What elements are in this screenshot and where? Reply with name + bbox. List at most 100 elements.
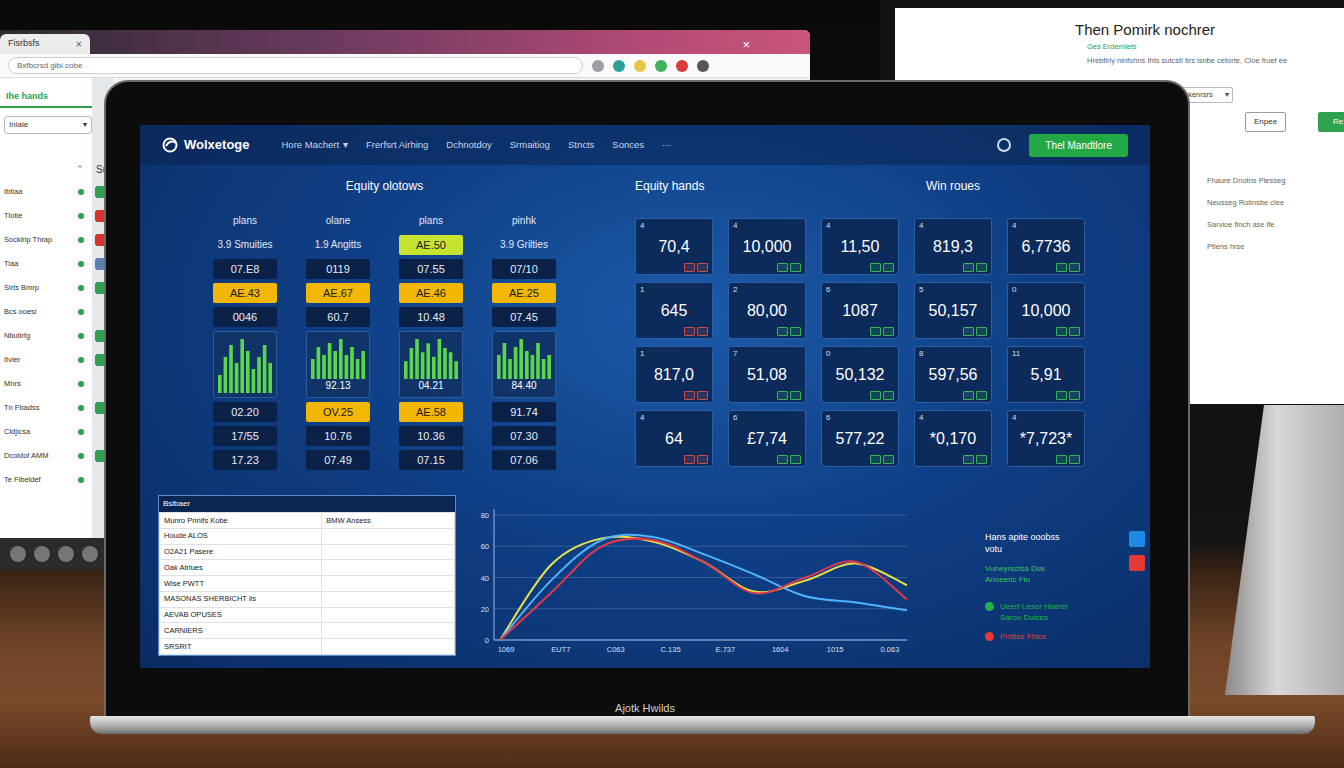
collapse-icon[interactable]: ⌃ [0, 163, 92, 177]
card-icon[interactable] [883, 263, 894, 272]
sidebar-item-label[interactable]: Tn Fbadss [0, 402, 78, 413]
sidebar-item[interactable]: Tn Fbadss [0, 396, 114, 420]
sidebar-item[interactable]: Tiaa [0, 252, 114, 276]
tab-label[interactable]: Fisrbsfs [8, 37, 40, 51]
nav-label[interactable]: Hore Machert [282, 138, 340, 152]
card-icon[interactable] [1056, 391, 1067, 400]
card-icon[interactable] [697, 263, 708, 272]
card-icon[interactable] [870, 391, 881, 400]
nav-label[interactable]: Stncts [568, 138, 594, 152]
value-cell[interactable]: 0046 [213, 307, 277, 327]
sidebar-item[interactable]: Itvier [0, 348, 114, 372]
stat-tile[interactable]: 4819,3 [914, 218, 992, 275]
sidebar-item-label[interactable]: Ibtiaa [0, 186, 78, 197]
column-header[interactable]: Munro Prinifs Kobe [160, 513, 322, 529]
stat-tile[interactable]: 1645 [635, 282, 713, 339]
card-icon[interactable] [963, 263, 974, 272]
stat-tile[interactable]: 751,08 [728, 346, 806, 403]
stat-tile[interactable]: 8597,56 [914, 346, 992, 403]
value-cell[interactable]: AE.25 [492, 283, 556, 303]
card-icon[interactable] [883, 391, 894, 400]
nav-label[interactable]: Frerfsrt Airhing [366, 138, 428, 152]
card-icon[interactable] [1056, 263, 1067, 272]
value-cell[interactable]: 07.49 [306, 450, 370, 470]
sidebar-item-label[interactable]: Cldjicsa [0, 426, 78, 437]
card-icon[interactable] [963, 327, 974, 336]
card-icon[interactable] [1056, 455, 1067, 464]
card-icon[interactable] [870, 327, 881, 336]
card-icon[interactable] [1069, 455, 1080, 464]
card-icon[interactable] [1056, 327, 1067, 336]
table-row[interactable]: Houde ALOS [160, 528, 455, 544]
stat-tile[interactable]: 1817,0 [635, 346, 713, 403]
section-row[interactable]: ⌃Su [0, 160, 114, 180]
card-icon[interactable] [963, 391, 974, 400]
stat-tile[interactable]: 410,000 [728, 218, 806, 275]
caret-icon[interactable]: ▾ [343, 138, 348, 152]
table-row[interactable]: CARNIERS [160, 623, 455, 639]
card-icon[interactable] [684, 455, 695, 464]
sidebar-item[interactable]: Te Fibeldef [0, 468, 114, 492]
stat-tile[interactable]: 115,91 [1007, 346, 1085, 403]
table-row[interactable]: Oak Atrlues [160, 560, 455, 576]
value-cell[interactable]: AE.67 [306, 283, 370, 303]
card-icon[interactable] [777, 327, 788, 336]
value-cell[interactable]: 91.74 [492, 402, 556, 422]
stat-tile[interactable]: 550,157 [914, 282, 992, 339]
logo-text[interactable]: Wolxetoge [184, 135, 250, 155]
sidebar-item-label[interactable]: Sirts Bmrp [0, 282, 78, 293]
value-cell[interactable]: 60.7 [306, 307, 370, 327]
stat-tile[interactable]: 411,50 [821, 218, 899, 275]
legend-item[interactable]: Pottlse Fhice [985, 631, 1145, 642]
page-button[interactable]: Re [1318, 112, 1344, 132]
sidebar-item-label[interactable]: Bcs ooesi [0, 306, 78, 317]
dock-app-icon[interactable] [10, 546, 26, 562]
extension-icon[interactable] [592, 60, 604, 72]
nav-link[interactable]: Stncts [568, 138, 594, 152]
caret-icon[interactable]: ▾ [1225, 89, 1229, 100]
value-cell[interactable]: 07.E8 [213, 259, 277, 279]
sidebar-item[interactable]: Tlotie [0, 204, 114, 228]
sidebar-item-label[interactable]: Itvier [0, 354, 78, 365]
app-logo[interactable]: Wolxetoge [162, 135, 250, 155]
value-cell[interactable]: 07.06 [492, 450, 556, 470]
table-row[interactable]: SRSRIT [160, 639, 455, 655]
stat-tile[interactable]: 4*7,723* [1007, 410, 1085, 467]
nav-link[interactable]: Dchnotdoy [446, 138, 491, 152]
column-header[interactable]: BMW Ansess [322, 513, 455, 529]
nav-link[interactable]: ··· [662, 138, 672, 152]
stat-tile[interactable]: 46,7736 [1007, 218, 1085, 275]
card-icon[interactable] [790, 455, 801, 464]
sidebar-item-label[interactable]: Tiaa [0, 258, 78, 269]
table-row[interactable]: MASONAS SHERBICHT lis [160, 591, 455, 607]
nav-label[interactable]: Srmaitiog [510, 138, 550, 152]
toggle-button[interactable] [1129, 531, 1145, 547]
sidebar-item[interactable]: Ibtiaa [0, 180, 114, 204]
card-icon[interactable] [790, 327, 801, 336]
legend-item[interactable]: Ueerf Leser HlatrerSarou Duices [985, 601, 1145, 623]
close-window-button[interactable]: × [742, 36, 750, 54]
card-icon[interactable] [697, 327, 708, 336]
card-icon[interactable] [777, 391, 788, 400]
dock-app-icon[interactable] [82, 546, 98, 562]
card-icon[interactable] [976, 327, 987, 336]
card-icon[interactable] [777, 455, 788, 464]
extension-icon[interactable] [676, 60, 688, 72]
card-icon[interactable] [1069, 391, 1080, 400]
stat-tile[interactable]: 050,132 [821, 346, 899, 403]
card-icon[interactable] [976, 391, 987, 400]
nav-link[interactable]: Frerfsrt Airhing [366, 138, 428, 152]
card-icon[interactable] [684, 327, 695, 336]
card-icon[interactable] [790, 263, 801, 272]
value-cell[interactable]: 02.20 [213, 402, 277, 422]
nav-link[interactable]: Hore Machert▾ [282, 138, 349, 152]
value-cell[interactable]: 17.23 [213, 450, 277, 470]
select-value[interactable]: Iniaie [9, 119, 28, 131]
card-icon[interactable] [790, 391, 801, 400]
value-cell[interactable]: 07/10 [492, 259, 556, 279]
card-icon[interactable] [684, 263, 695, 272]
card-icon[interactable] [1069, 327, 1080, 336]
value-cell[interactable]: 10.48 [399, 307, 463, 327]
table-row[interactable]: AEVAB OPUSES [160, 607, 455, 623]
nav-link[interactable]: Srmaitiog [510, 138, 550, 152]
